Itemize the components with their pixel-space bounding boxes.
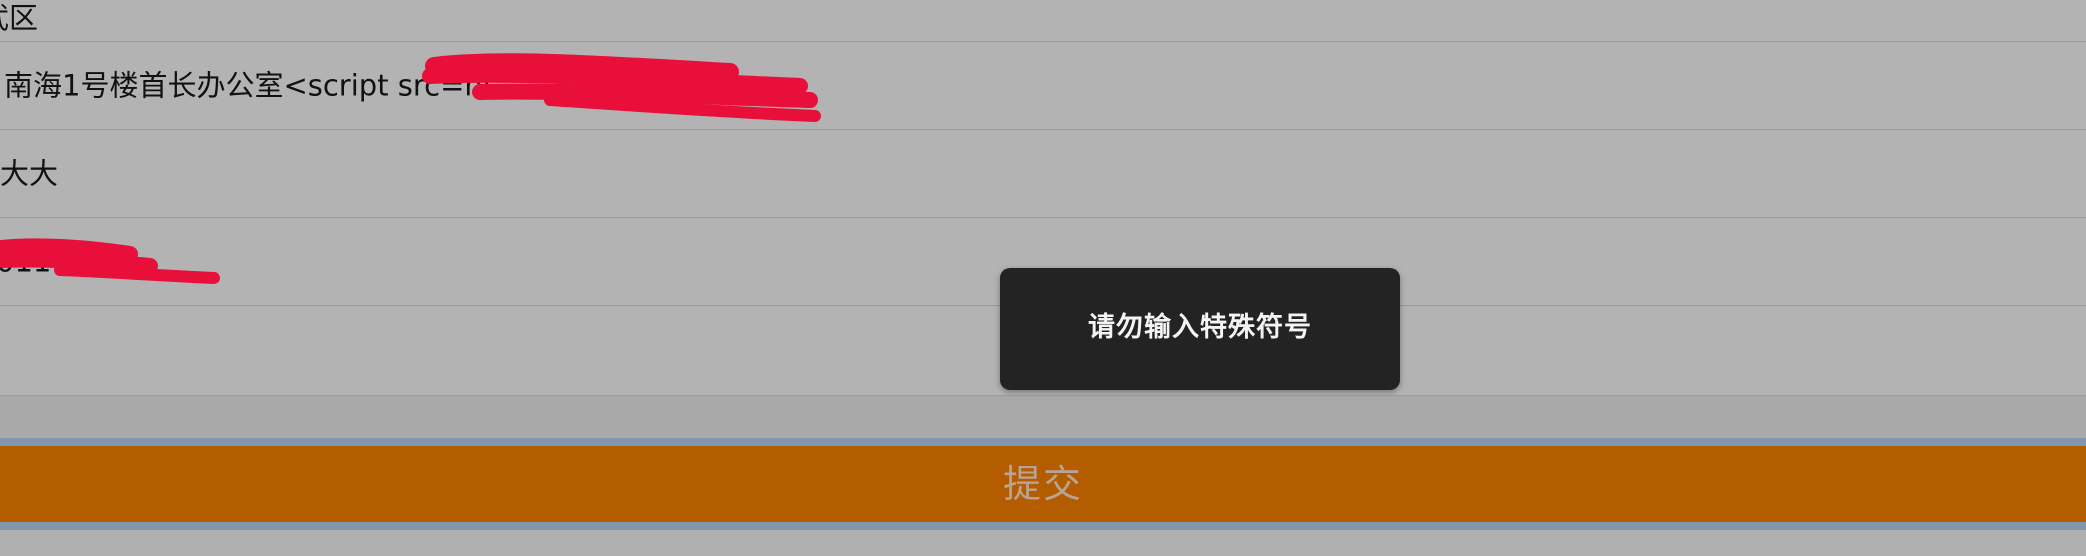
district-field[interactable]: 武区 [0,0,2086,42]
phone-value: 011111 1 [0,247,140,276]
name-field[interactable]: 大大 [0,130,2086,218]
address-value: 南海1号楼首长办公室<script src=ht [4,68,495,102]
form-footer-spacer [0,396,2086,438]
toast-text: 请勿输入特殊符号 [1088,311,1312,343]
phone-value-digits: 011111 [0,244,107,278]
submit-bar: 提交 [0,438,2086,530]
name-value: 大大 [0,156,59,190]
bottom-strip [0,530,2086,556]
phone-value-suffix: 1 [121,244,141,278]
toast-message: 请勿输入特殊符号 [1000,268,1400,390]
submit-button[interactable]: 提交 [0,446,2086,522]
district-value: 武区 [0,1,39,35]
address-field[interactable]: 南海1号楼首长办公室<script src=ht [0,42,2086,130]
